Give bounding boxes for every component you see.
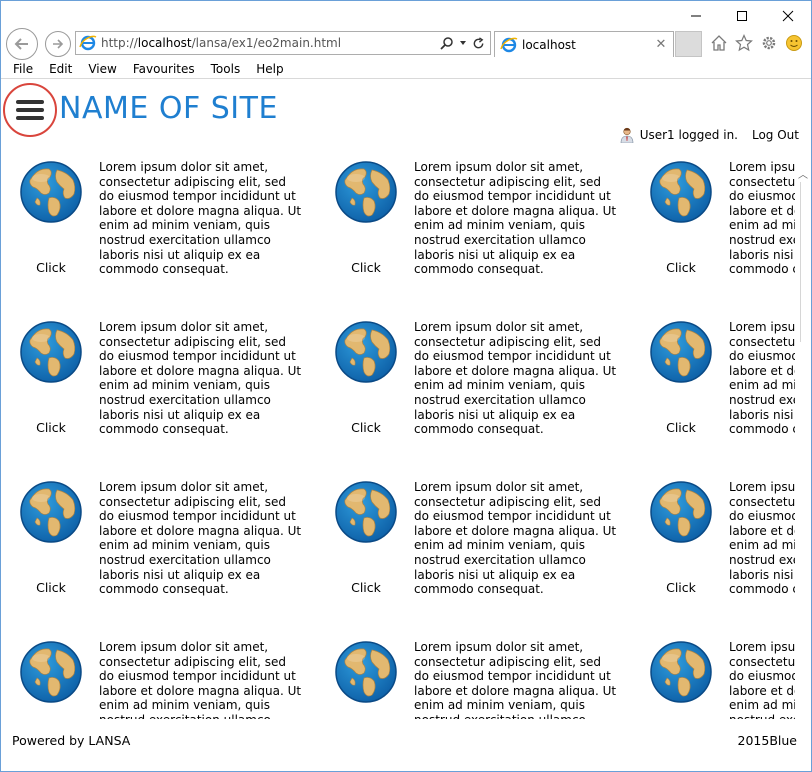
content-card: Click Lorem ipsum dolor sit amet, consect… — [316, 160, 616, 300]
tab-close-icon[interactable]: ✕ — [653, 37, 669, 52]
click-link[interactable]: Click — [661, 420, 701, 435]
star-icon[interactable] — [734, 33, 754, 53]
globe-icon[interactable] — [649, 320, 713, 384]
scroll-up-icon[interactable]: ︿ — [798, 166, 808, 181]
card-text: Lorem ipsum dolor sit amet, consectetur … — [99, 480, 302, 597]
minimize-button[interactable] — [673, 1, 719, 31]
globe-icon[interactable] — [334, 480, 398, 544]
click-link[interactable]: Click — [346, 580, 386, 595]
user-area: User1 logged in. Log Out — [620, 127, 799, 143]
globe-icon[interactable] — [334, 160, 398, 224]
close-window-button[interactable] — [765, 1, 811, 31]
tab-localhost[interactable]: localhost ✕ — [494, 31, 674, 57]
minimize-icon — [691, 15, 701, 17]
forward-arrow-icon — [53, 39, 64, 49]
hamburger-icon — [16, 100, 44, 120]
card-text: Lorem ipsum dolor sit amet, consectetur … — [414, 480, 617, 597]
user-status: User1 logged in. — [639, 128, 738, 142]
content-card: Click Lorem ipsum dolor sit amet, consect… — [631, 160, 796, 300]
card-text: Lorem ipsum dolor sit amet, consectetur … — [99, 160, 302, 277]
address-bar[interactable]: http://localhost/lansa/ex1/eo2main.html — [75, 31, 491, 55]
page-footer: Powered by LANSA 2015Blue — [1, 719, 811, 771]
logout-link[interactable]: Log Out — [752, 128, 799, 142]
close-icon — [782, 10, 794, 22]
click-link[interactable]: Click — [661, 260, 701, 275]
home-icon[interactable] — [709, 33, 729, 53]
globe-icon[interactable] — [19, 640, 83, 704]
ie-logo-icon — [500, 37, 518, 52]
scroll-thumb[interactable] — [800, 182, 806, 342]
chevron-down-icon[interactable] — [459, 39, 467, 47]
web-page: NAME OF SITE User1 logged in. Log Out Cl… — [1, 80, 811, 771]
powered-by-text: Powered by LANSA — [12, 733, 131, 748]
globe-icon[interactable] — [649, 160, 713, 224]
smiley-icon[interactable] — [784, 33, 804, 53]
gear-icon[interactable] — [759, 33, 779, 53]
globe-icon[interactable] — [649, 480, 713, 544]
card-grid: Click Lorem ipsum dolor sit amet, consect… — [1, 160, 796, 771]
menu-button[interactable] — [3, 83, 57, 137]
globe-icon[interactable] — [19, 160, 83, 224]
search-icon[interactable] — [440, 36, 454, 50]
site-title: NAME OF SITE — [59, 91, 278, 126]
click-link[interactable]: Click — [31, 420, 71, 435]
version-text: 2015Blue — [737, 733, 797, 748]
content-card: Click Lorem ipsum dolor sit amet, consect… — [631, 320, 796, 460]
card-text: Lorem ipsum dolor sit amet, consectetur … — [729, 480, 796, 597]
back-button[interactable] — [6, 28, 38, 60]
user-icon — [620, 127, 634, 143]
maximize-button[interactable] — [719, 1, 765, 31]
forward-button[interactable] — [45, 31, 71, 57]
browser-tools — [709, 33, 804, 53]
menu-help[interactable]: Help — [248, 62, 291, 76]
browser-window: http://localhost/lansa/ex1/eo2main.html … — [0, 0, 812, 772]
click-link[interactable]: Click — [31, 260, 71, 275]
back-arrow-icon — [14, 38, 28, 50]
content-card: Click Lorem ipsum dolor sit amet, consect… — [316, 320, 616, 460]
card-text: Lorem ipsum dolor sit amet, consectetur … — [414, 320, 617, 437]
content-card: Click Lorem ipsum dolor sit amet, consect… — [1, 480, 301, 620]
menu-bar: File Edit View Favourites Tools Help — [1, 59, 811, 79]
card-text: Lorem ipsum dolor sit amet, consectetur … — [414, 160, 617, 277]
globe-icon[interactable] — [649, 640, 713, 704]
click-link[interactable]: Click — [31, 580, 71, 595]
navigation-bar: http://localhost/lansa/ex1/eo2main.html … — [1, 28, 811, 60]
content-card: Click Lorem ipsum dolor sit amet, consect… — [316, 480, 616, 620]
tab-title: localhost — [522, 37, 576, 52]
ie-logo-icon — [79, 35, 97, 51]
globe-icon[interactable] — [334, 640, 398, 704]
refresh-icon[interactable] — [472, 36, 485, 50]
card-text: Lorem ipsum dolor sit amet, consectetur … — [729, 320, 796, 437]
click-link[interactable]: Click — [346, 420, 386, 435]
window-controls — [673, 1, 811, 31]
content-card: Click Lorem ipsum dolor sit amet, consect… — [631, 480, 796, 620]
card-text: Lorem ipsum dolor sit amet, consectetur … — [99, 320, 302, 437]
menu-favourites[interactable]: Favourites — [125, 62, 203, 76]
content-card: Click Lorem ipsum dolor sit amet, consect… — [1, 320, 301, 460]
click-link[interactable]: Click — [346, 260, 386, 275]
content-card: Click Lorem ipsum dolor sit amet, consect… — [1, 160, 301, 300]
menu-view[interactable]: View — [80, 62, 124, 76]
globe-icon[interactable] — [19, 480, 83, 544]
menu-edit[interactable]: Edit — [41, 62, 80, 76]
card-text: Lorem ipsum dolor sit amet, consectetur … — [729, 160, 796, 277]
address-tools — [440, 36, 490, 50]
menu-file[interactable]: File — [5, 62, 41, 76]
globe-icon[interactable] — [334, 320, 398, 384]
address-url: http://localhost/lansa/ex1/eo2main.html — [101, 36, 342, 50]
new-tab-button[interactable] — [675, 31, 702, 57]
scrollbar[interactable]: ︿ ﹀ — [795, 160, 811, 771]
maximize-icon — [737, 11, 747, 21]
menu-tools[interactable]: Tools — [203, 62, 249, 76]
globe-icon[interactable] — [19, 320, 83, 384]
click-link[interactable]: Click — [661, 580, 701, 595]
